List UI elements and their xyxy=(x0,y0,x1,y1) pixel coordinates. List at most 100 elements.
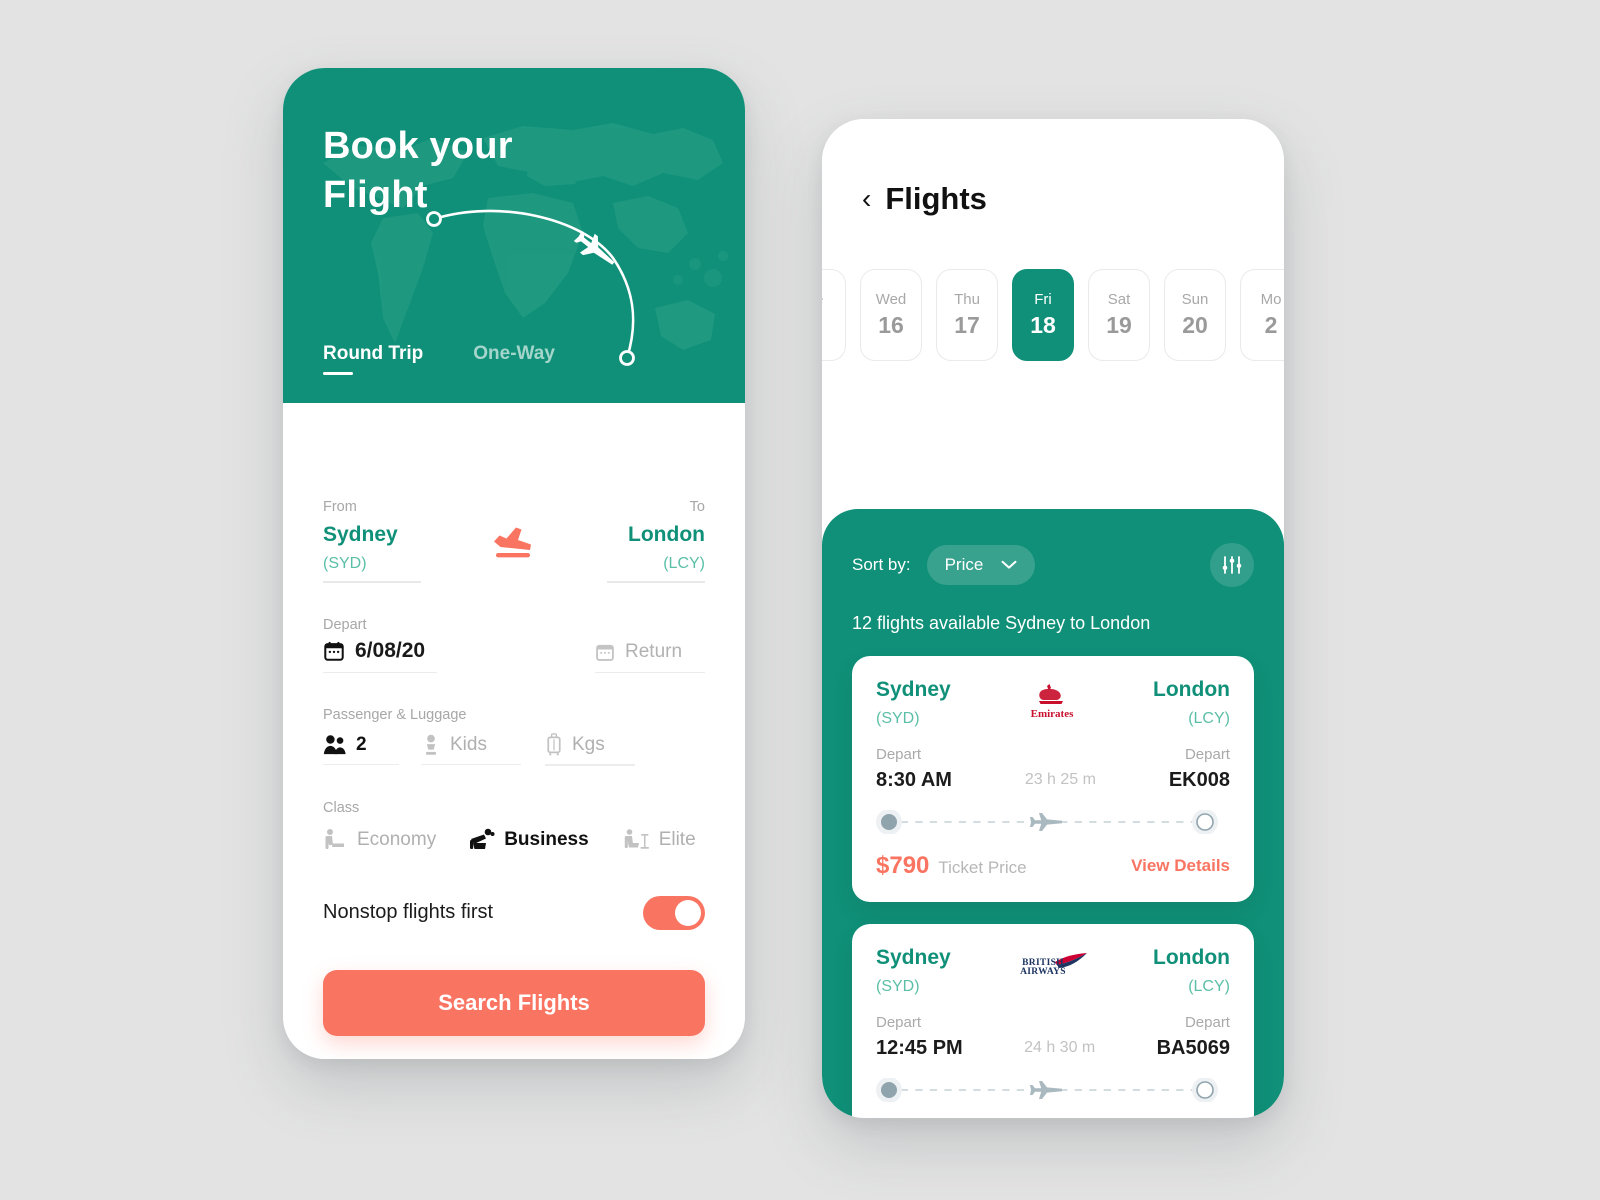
from-label: From xyxy=(323,499,357,515)
back-button-icon[interactable]: ‹ xyxy=(862,185,871,213)
booking-phone-screen: Book your Flight Round Trip One-Way From… xyxy=(283,68,745,1059)
nonstop-toggle[interactable] xyxy=(643,895,705,930)
from-code-value: (SYD) xyxy=(323,555,367,573)
suitcase-icon xyxy=(547,733,561,756)
luggage-field[interactable]: Kgs xyxy=(545,733,635,766)
date-chip-dow: Thu xyxy=(954,291,980,308)
sort-by-value: Price xyxy=(944,555,984,574)
from-underline xyxy=(323,581,421,583)
class-option-economy[interactable]: Economy xyxy=(323,828,436,852)
depart-date-field[interactable]: 6/08/20 xyxy=(323,639,437,674)
depart-label-right: Depart xyxy=(1184,1014,1230,1031)
class-label-elite: Elite xyxy=(658,828,696,850)
flight-destination-code: (LCY) xyxy=(1188,978,1230,995)
class-option-elite[interactable]: Elite xyxy=(623,828,696,852)
class-label: Class xyxy=(323,799,360,816)
flight-price: $790 xyxy=(876,852,930,879)
kids-field[interactable]: Kids xyxy=(421,734,521,766)
date-chip-dow: Fri xyxy=(1034,291,1052,308)
tab-one-way[interactable]: One-Way xyxy=(473,343,555,375)
hero-banner: Book your Flight Round Trip One-Way xyxy=(283,68,745,403)
flight-card[interactable]: Sydney (SYD) BRITISH AIRWAYS London (LCY… xyxy=(852,924,1254,1118)
date-chip[interactable]: ue 5 xyxy=(822,269,846,361)
date-chip-day: 16 xyxy=(878,312,904,338)
date-chip-day: 2 xyxy=(1264,312,1278,338)
flight-path-indicator xyxy=(876,1078,1230,1102)
depart-underline xyxy=(323,671,437,674)
search-flights-button[interactable]: Search Flights xyxy=(323,969,705,1036)
flight-origin-city: Sydney xyxy=(876,678,951,701)
nonstop-label: Nonstop flights first xyxy=(323,901,494,924)
sort-by-select[interactable]: Price xyxy=(926,545,1036,585)
flight-depart-left: Depart 12:45 PM xyxy=(876,1014,963,1060)
flight-origin: Sydney (SYD) xyxy=(876,678,951,728)
kids-value: Kids xyxy=(450,733,487,755)
chevron-down-icon xyxy=(1001,560,1017,569)
adults-field[interactable]: 2 xyxy=(323,734,399,766)
depart-label-left: Depart xyxy=(876,746,922,763)
results-panel: Sort by: Price 12 flights available Sydn… xyxy=(822,509,1284,1118)
kids-underline xyxy=(421,763,521,766)
tab-round-trip[interactable]: Round Trip xyxy=(323,343,423,375)
depart-time-value: 12:45 PM xyxy=(876,1037,963,1059)
flight-price-group: $790 Ticket Price xyxy=(876,852,1027,880)
date-chip-day: 17 xyxy=(954,312,980,338)
class-label-business: Business xyxy=(504,828,589,850)
from-field[interactable]: From Sydney (SYD) xyxy=(323,499,421,583)
date-chip-selected[interactable]: Fri 18 xyxy=(1012,269,1074,361)
airplane-icon xyxy=(1030,813,1062,831)
date-chip[interactable]: Thu 17 xyxy=(936,269,998,361)
date-chip[interactable]: Wed 16 xyxy=(860,269,922,361)
passenger-section: Passenger & Luggage 2 Kids Kgs xyxy=(323,707,705,766)
to-field[interactable]: To London (LCY) xyxy=(607,499,705,583)
date-strip[interactable]: ue 5 Wed 16 Thu 17 Fri 18 Sat 19 xyxy=(822,269,1284,379)
to-code-value: (LCY) xyxy=(663,555,705,573)
flight-card[interactable]: Sydney (SYD) Emirates London (LCY) Depar… xyxy=(852,656,1254,902)
date-chip[interactable]: Sat 19 xyxy=(1088,269,1150,361)
flight-duration: 24 h 30 m xyxy=(1024,1039,1096,1056)
depart-time-value: 8:30 AM xyxy=(876,769,952,791)
view-details-link[interactable]: View Details xyxy=(1131,856,1230,876)
depart-label: Depart xyxy=(323,616,367,633)
flight-origin-code: (SYD) xyxy=(876,710,920,727)
from-city-value: Sydney xyxy=(323,523,398,546)
availability-text: 12 flights available Sydney to London xyxy=(852,613,1151,633)
flight-duration: 23 h 25 m xyxy=(1024,771,1096,788)
date-chip-day: 19 xyxy=(1106,312,1132,338)
sort-row: Sort by: Price xyxy=(852,543,1254,587)
flight-path-indicator xyxy=(876,810,1230,834)
date-chip-dow: Sat xyxy=(1107,291,1131,308)
date-chip-dow: Wed xyxy=(875,291,907,308)
flight-destination-city: London xyxy=(1153,678,1230,701)
luggage-value: Kgs xyxy=(572,733,605,755)
date-chip[interactable]: Mo 2 xyxy=(1240,269,1284,361)
results-page-title: Flights xyxy=(885,181,987,216)
seat-elite-icon xyxy=(624,828,649,849)
to-underline xyxy=(607,581,705,583)
date-chip-dow: Sun xyxy=(1181,291,1209,308)
people-icon xyxy=(323,734,346,754)
flight-number-value: EK008 xyxy=(1168,769,1230,791)
flight-destination: London (LCY) xyxy=(1153,946,1230,996)
flight-depart-right: Depart BA5069 xyxy=(1157,1014,1230,1060)
date-chip[interactable]: Sun 20 xyxy=(1164,269,1226,361)
child-icon xyxy=(425,734,437,755)
airplane-takeoff-icon xyxy=(494,527,531,558)
filter-button[interactable] xyxy=(1210,543,1254,587)
seat-business-icon xyxy=(470,828,495,849)
passenger-label: Passenger & Luggage xyxy=(323,707,467,724)
emirates-logo: Emirates xyxy=(1006,678,1098,722)
flight-origin-city: Sydney xyxy=(876,946,951,969)
class-section: Class Economy Business Elite xyxy=(323,800,705,852)
depart-label-left: Depart xyxy=(876,1014,922,1031)
to-city-value: London xyxy=(628,523,705,546)
flight-depart-left: Depart 8:30 AM xyxy=(876,746,952,792)
results-phone-screen: ‹ Flights ue 5 Wed 16 Thu 17 Fri xyxy=(822,119,1284,1118)
date-chip-dow: ue xyxy=(822,291,823,308)
return-date-field[interactable]: Return xyxy=(595,641,705,674)
swap-route-icon-wrap[interactable] xyxy=(484,521,544,561)
return-underline xyxy=(595,671,705,674)
class-option-business[interactable]: Business xyxy=(468,828,589,852)
luggage-underline xyxy=(545,764,635,766)
flight-destination-code: (LCY) xyxy=(1188,710,1230,727)
